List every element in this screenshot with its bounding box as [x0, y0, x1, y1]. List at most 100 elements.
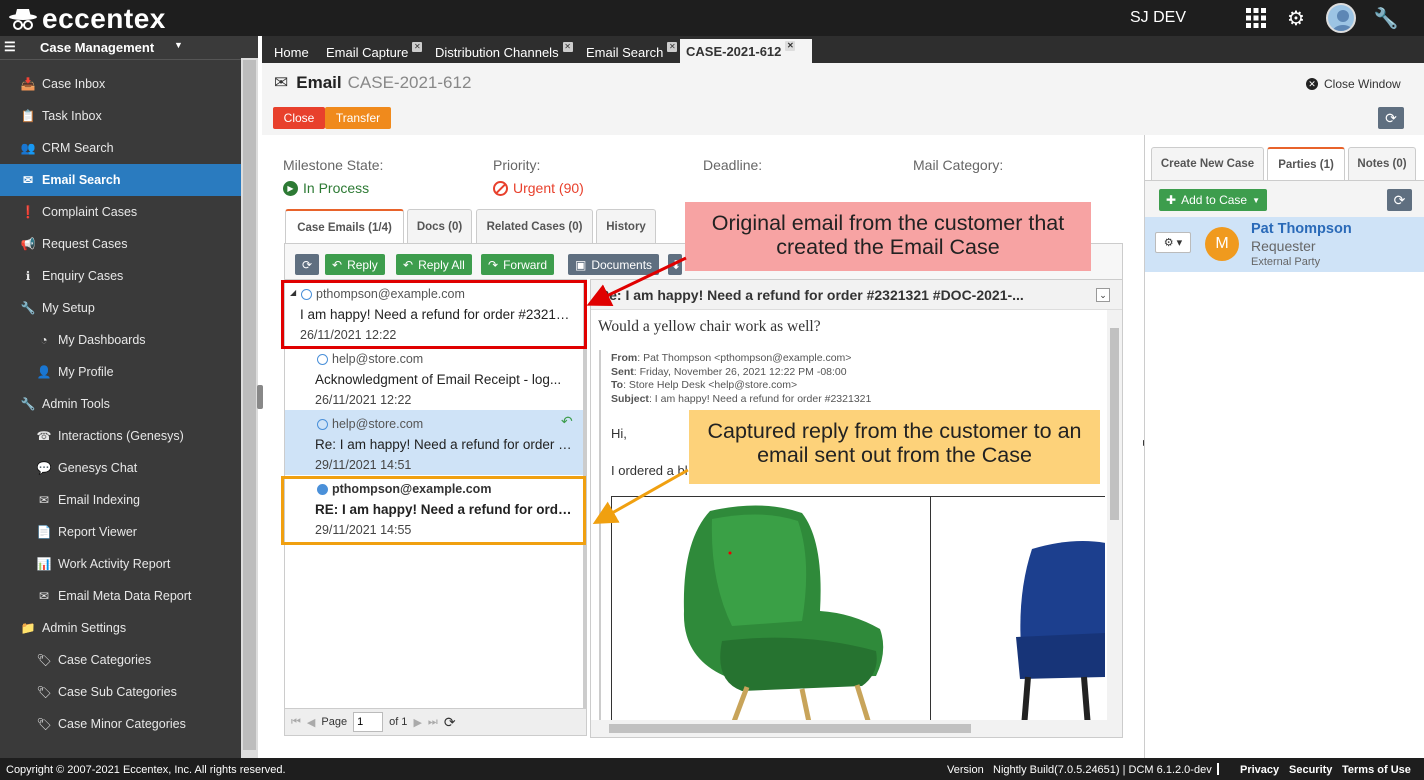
party-row[interactable]: ⚙ ▾ M Pat Thompson Requester External Pa… — [1145, 217, 1424, 272]
sidebar-item-complaint-cases[interactable]: ❗ Complaint Cases — [0, 196, 241, 228]
sidebar-item-report-viewer[interactable]: 📄 Report Viewer — [0, 516, 241, 548]
transfer-button[interactable]: Transfer — [325, 107, 391, 129]
sidebar-item-interactions-genesys[interactable]: ☎ Interactions (Genesys) — [0, 420, 241, 452]
forward-button[interactable]: ↷ Forward — [481, 254, 555, 275]
close-icon[interactable]: ✕ — [667, 42, 678, 52]
terms-link[interactable]: Terms of Use — [1342, 764, 1411, 776]
sidebar-scroll-thumb[interactable] — [243, 60, 256, 750]
replied-icon: ↶ — [561, 413, 573, 429]
sidebar-item-email-indexing[interactable]: ✉ Email Indexing — [0, 484, 241, 516]
email-row[interactable]: help@store.com Acknowledgment of Email R… — [285, 345, 586, 410]
hamburger-icon[interactable]: ☰ — [4, 39, 16, 55]
next-page-icon[interactable]: ▶ — [413, 716, 421, 729]
meta-value: : Store Help Desk <help@store.com> — [623, 379, 798, 391]
tab-email-search[interactable]: Email Search ✕ — [580, 41, 683, 63]
close-icon[interactable]: ✕ — [785, 41, 796, 51]
sidebar-item-enquiry-cases[interactable]: ℹ Enquiry Cases — [0, 260, 241, 292]
tab-history[interactable]: History — [596, 209, 656, 243]
product-table — [611, 496, 1105, 720]
download-icon: ⬇ — [671, 257, 682, 272]
tab-label: Distribution Channels — [435, 44, 559, 60]
preview-vscroll-thumb[interactable] — [1110, 328, 1119, 520]
sidebar-item-my-setup[interactable]: 🔧 My Setup — [0, 292, 241, 324]
reply-all-label: Reply All — [418, 257, 465, 272]
tab-case-emails[interactable]: Case Emails (1/4) — [285, 209, 404, 244]
reply-label: Reply — [347, 257, 378, 272]
expand-icon[interactable]: ⌄ — [1096, 288, 1110, 302]
wrench-icon[interactable]: 🔧 — [1374, 6, 1399, 30]
reply-button[interactable]: ↶ Reply — [325, 254, 385, 275]
tab-distribution-channels[interactable]: Distribution Channels ✕ — [429, 41, 579, 63]
body-line: I ordered a bl — [611, 463, 688, 478]
gear-icon[interactable]: ⚙ — [1284, 6, 1308, 30]
add-to-case-button[interactable]: ✚ Add to Case ▼ — [1159, 189, 1268, 211]
sidebar-item-request-cases[interactable]: 📢 Request Cases — [0, 228, 241, 260]
tab-notes[interactable]: Notes (0) — [1348, 147, 1416, 180]
refresh-button[interactable]: ⟳ — [1378, 107, 1404, 129]
tab-docs[interactable]: Docs (0) — [407, 209, 472, 243]
priority-label: Priority: — [493, 157, 541, 173]
preview-hscroll-thumb[interactable] — [609, 724, 971, 733]
sidebar-item-email-search[interactable]: ✉ Email Search — [0, 164, 241, 196]
sidebar-item-work-activity-report[interactable]: 📊 Work Activity Report — [0, 548, 241, 580]
wrench-icon: 🔧 — [20, 397, 36, 411]
tab-email-capture[interactable]: Email Capture ✕ — [320, 41, 428, 63]
tab-case[interactable]: CASE-2021-612 ✕ — [680, 39, 812, 63]
sidebar-item-case-categories[interactable]: 🏷 Case Categories — [0, 644, 241, 676]
sidebar-item-my-dashboards[interactable]: ◔ My Dashboards — [0, 324, 241, 356]
sidebar-item-case-sub-categories[interactable]: 🏷 Case Sub Categories — [0, 676, 241, 708]
reply-all-button[interactable]: ↶ Reply All — [396, 254, 472, 275]
milestone-text: In Process — [303, 180, 370, 196]
sidebar-item-admin-settings[interactable]: 📁 Admin Settings — [0, 612, 241, 644]
security-link[interactable]: Security — [1289, 764, 1332, 776]
party-name[interactable]: Pat Thompson — [1251, 221, 1352, 237]
sidebar-item-case-inbox[interactable]: 📥 Case Inbox — [0, 68, 241, 100]
download-button[interactable]: ⬇ — [668, 254, 682, 275]
documents-button[interactable]: ▣ Documents — [568, 254, 660, 275]
preview-hscrollbar[interactable] — [591, 720, 1122, 737]
close-icon[interactable]: ✕ — [562, 42, 573, 52]
close-icon[interactable]: ✕ — [412, 42, 423, 52]
apps-grid-icon[interactable] — [1244, 6, 1268, 30]
sidebar-item-email-meta-data-report[interactable]: ✉ Email Meta Data Report — [0, 580, 241, 612]
tab-create-new-case[interactable]: Create New Case — [1151, 147, 1264, 180]
tab-related-cases[interactable]: Related Cases (0) — [476, 209, 593, 243]
preview-vscrollbar[interactable] — [1107, 310, 1122, 720]
page-input[interactable] — [353, 712, 384, 732]
sidebar-splitter-handle[interactable] — [257, 385, 263, 409]
sidebar-item-crm-search[interactable]: 👥 CRM Search — [0, 132, 241, 164]
logo[interactable]: eccentex — [8, 3, 166, 35]
prev-page-icon[interactable]: ◀ — [307, 716, 315, 729]
sidebar-item-label: Request Cases — [42, 237, 128, 251]
blue-chair-image — [1016, 541, 1105, 720]
clipboard-icon: 📋 — [20, 109, 36, 123]
email-subject: Acknowledgment of Email Receipt - log... — [315, 372, 562, 387]
privacy-link[interactable]: Privacy — [1240, 764, 1279, 776]
people-icon: 👥 — [20, 141, 36, 155]
tab-home[interactable]: Home — [268, 41, 315, 63]
sidebar-item-label: My Profile — [58, 365, 114, 379]
tab-parties[interactable]: Parties (1) — [1267, 147, 1345, 180]
sidebar-item-my-profile[interactable]: 👤 My Profile — [0, 356, 241, 388]
pager: ⏮ ◀ Page of 1 ▶ ⏭ ⟳ — [284, 708, 587, 736]
email-row-selected[interactable]: help@store.com ↶ Re: I am happy! Need a … — [285, 410, 586, 475]
close-button[interactable]: Close — [273, 107, 325, 129]
chart-icon: 📊 — [36, 557, 52, 571]
user-name[interactable]: SJ DEV — [1130, 9, 1186, 27]
sidebar-header[interactable]: ☰ Case Management ▼ — [0, 36, 241, 60]
sidebar-item-task-inbox[interactable]: 📋 Task Inbox — [0, 100, 241, 132]
avatar[interactable] — [1326, 3, 1356, 33]
refresh-emails-button[interactable]: ⟳ — [295, 254, 319, 275]
first-page-icon[interactable]: ⏮ — [291, 716, 301, 729]
party-actions-button[interactable]: ⚙ ▾ — [1155, 232, 1191, 253]
last-page-icon[interactable]: ⏭ — [428, 716, 438, 729]
sidebar: 🌐Home📥Case Inbox📋Task Inbox👥CRM Search✉E… — [0, 36, 258, 758]
preview-subject: Re: I am happy! Need a refund for order … — [591, 280, 1122, 310]
close-window-link[interactable]: ✕ Close Window — [1306, 77, 1401, 91]
refresh-icon[interactable]: ⟳ — [444, 714, 456, 731]
sidebar-item-case-minor-categories[interactable]: 🏷 Case Minor Categories — [0, 708, 241, 740]
caret-down-icon[interactable]: ▼ — [174, 40, 183, 50]
sidebar-item-admin-tools[interactable]: 🔧 Admin Tools — [0, 388, 241, 420]
refresh-parties-button[interactable]: ⟳ — [1387, 189, 1412, 211]
sidebar-item-genesys-chat[interactable]: 💬 Genesys Chat — [0, 452, 241, 484]
